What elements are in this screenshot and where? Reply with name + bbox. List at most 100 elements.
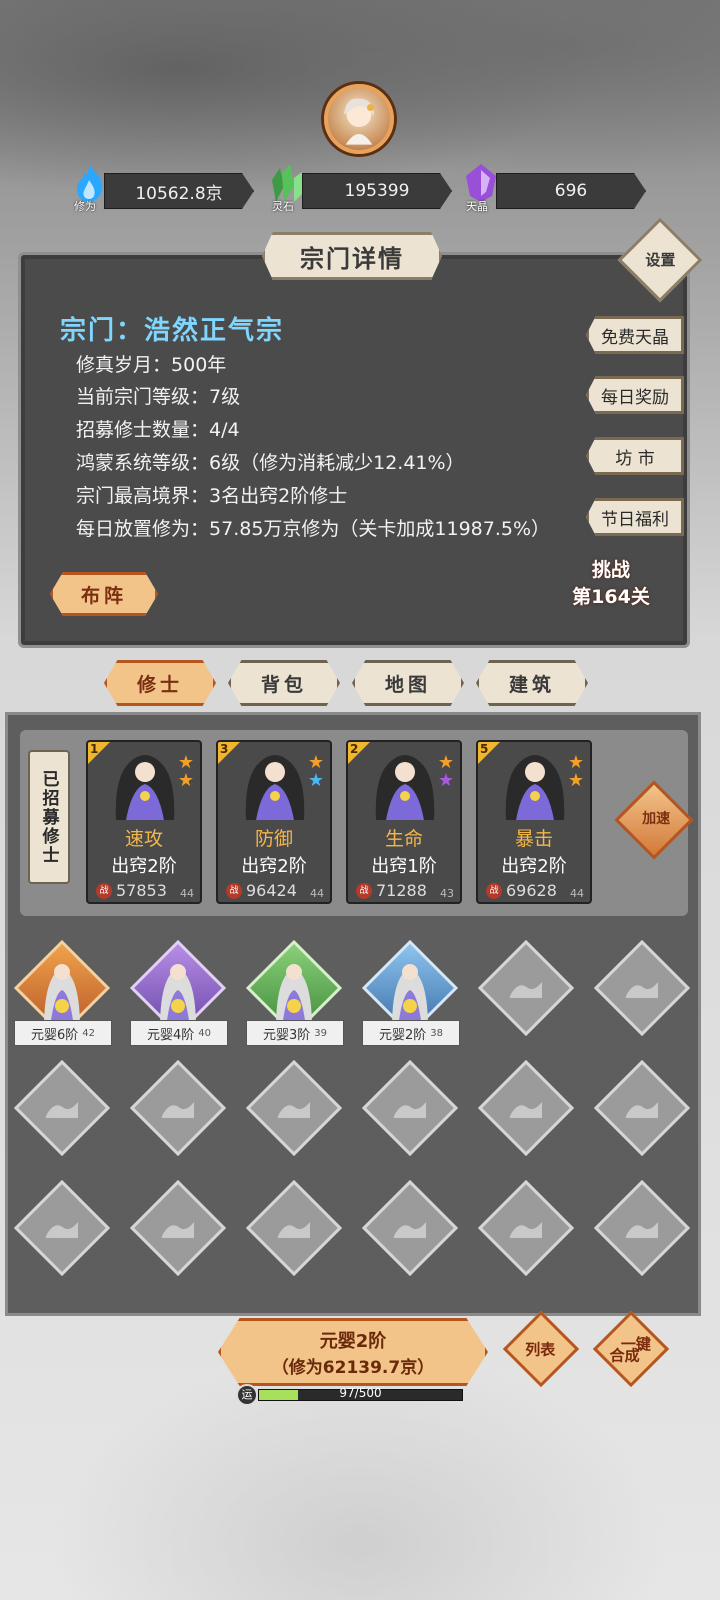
rank-number: 5 — [480, 742, 489, 756]
luck-icon: 运 — [236, 1384, 258, 1406]
market-button[interactable]: 坊 市 — [586, 437, 684, 475]
info-row-years: 修真岁月：500年 — [76, 354, 227, 376]
cultivator-realm: 出窍2阶 — [111, 856, 177, 877]
daily-reward-button[interactable]: 每日奖励 — [586, 376, 684, 414]
heaven-crystal-caption: 天晶 — [466, 200, 488, 213]
cultivator-role: 速攻 — [124, 828, 163, 850]
combat-power: 69628 — [506, 881, 557, 900]
grid-cell-empty[interactable] — [593, 939, 691, 1037]
cultivator-level: 44 — [180, 887, 194, 900]
cultivator-realm: 出窍1阶 — [371, 856, 437, 877]
grid-cell-empty[interactable] — [361, 1059, 459, 1157]
grid-cell-empty[interactable] — [245, 1179, 343, 1277]
empty-slot-icon — [394, 1102, 426, 1118]
empty-slot-icon — [46, 1102, 78, 1118]
combat-power: 96424 — [246, 881, 297, 900]
empty-slot-icon — [626, 1102, 658, 1118]
combat-power: 57853 — [116, 881, 167, 900]
tab-buildings[interactable]: 建筑 — [476, 660, 588, 706]
cell-realm: 元婴4阶 — [146, 1027, 195, 1043]
speedup-label: 加速 — [642, 810, 671, 827]
cultivator-realm: 出窍2阶 — [241, 856, 307, 877]
grid-cell-empty[interactable] — [477, 939, 575, 1037]
merge-cost: （修为62139.7京） — [271, 1357, 435, 1378]
star-icon: ★ — [437, 770, 454, 791]
tab-cultivators[interactable]: 修士 — [104, 660, 216, 706]
info-row-recruit-count: 招募修士数量：4/4 — [76, 419, 240, 441]
spirit-stone-value: 195399 — [302, 173, 452, 209]
recruited-card[interactable]: 5 ★ ★ 暴击 出窍2阶 战 69628 44 — [476, 740, 592, 904]
challenge-label: 挑战 — [591, 559, 630, 581]
luck-progress-text: 97/500 — [339, 1386, 382, 1400]
cell-level: 39 — [314, 1027, 327, 1039]
player-avatar[interactable] — [324, 84, 394, 154]
sect-name: 宗门：浩然正气宗 — [60, 316, 285, 346]
formation-button[interactable]: 布阵 — [50, 572, 158, 616]
combat-power-icon: 战 — [356, 883, 372, 899]
recruited-label: 已招募修士 — [28, 750, 70, 884]
merge-button[interactable]: 元婴2阶 （修为62139.7京） — [218, 1318, 488, 1386]
heaven-crystal-value: 696 — [496, 173, 646, 209]
panel-title: 宗门详情 — [262, 232, 442, 280]
grid-cell-empty[interactable] — [13, 1059, 111, 1157]
grid-cell-empty[interactable] — [129, 1059, 227, 1157]
empty-slot-icon — [626, 982, 658, 998]
cultivator-level: 43 — [440, 887, 454, 900]
cell-realm-label: 元婴4阶 40 — [130, 1020, 228, 1046]
star-icon: ★ — [307, 770, 324, 791]
challenge-stage: 第164关 — [572, 586, 650, 608]
empty-slot-icon — [394, 1222, 426, 1238]
grid-cell-empty[interactable] — [477, 1059, 575, 1157]
empty-slot-icon — [162, 1222, 194, 1238]
empty-slot-icon — [510, 1102, 542, 1118]
combat-power-icon: 战 — [226, 883, 242, 899]
recruited-card[interactable]: 2 ★ ★ 生命 出窍1阶 战 71288 43 — [346, 740, 462, 904]
cultivator-role: 防御 — [254, 828, 293, 850]
merge-realm: 元婴2阶 — [319, 1330, 387, 1352]
rank-number: 3 — [220, 742, 229, 756]
cultivator-level: 44 — [310, 887, 324, 900]
combat-power-icon: 战 — [96, 883, 112, 899]
festival-welfare-button[interactable]: 节日福利 — [586, 498, 684, 536]
cell-level: 42 — [82, 1027, 95, 1039]
cultivator-figure — [268, 950, 320, 1028]
cultivator-role: 生命 — [384, 828, 423, 850]
cell-level: 40 — [198, 1027, 211, 1039]
cultivator-figure — [36, 950, 88, 1028]
recruited-card[interactable]: 3 ★ ★ 防御 出窍2阶 战 96424 44 — [216, 740, 332, 904]
tab-map[interactable]: 地图 — [352, 660, 464, 706]
grid-cell-empty[interactable] — [361, 1179, 459, 1277]
rank-number: 1 — [90, 742, 99, 756]
grid-cell-empty[interactable] — [245, 1059, 343, 1157]
grid-cell-empty[interactable] — [593, 1179, 691, 1277]
info-row-daily-idle: 每日放置修为：57.85万京修为（关卡加成11987.5%） — [76, 518, 551, 540]
rank-number: 2 — [350, 742, 359, 756]
grid-cell-empty[interactable] — [129, 1179, 227, 1277]
cultivator-realm: 出窍2阶 — [501, 856, 567, 877]
empty-slot-icon — [510, 982, 542, 998]
empty-slot-icon — [278, 1102, 310, 1118]
auto-merge-label-2: 合成 — [609, 1346, 640, 1365]
list-label: 列表 — [525, 1340, 556, 1359]
info-row-system-level: 鸿蒙系统等级：6级（修为消耗减少12.41%） — [76, 452, 465, 474]
cell-realm: 元婴6阶 — [30, 1027, 79, 1043]
grid-cell-empty[interactable] — [593, 1059, 691, 1157]
cell-level: 38 — [430, 1027, 443, 1039]
combat-power: 71288 — [376, 881, 427, 900]
empty-slot-icon — [46, 1222, 78, 1238]
challenge-stage-button[interactable]: 挑战 第164关 — [556, 532, 666, 632]
free-crystal-button[interactable]: 免费天晶 — [586, 316, 684, 354]
cell-realm: 元婴3阶 — [262, 1027, 311, 1043]
cultivator-level: 44 — [570, 887, 584, 900]
cell-realm-label: 元婴3阶 39 — [246, 1020, 344, 1046]
recruited-card[interactable]: 1 ★ ★ 速攻 出窍2阶 战 57853 44 — [86, 740, 202, 904]
grid-cell-empty[interactable] — [477, 1179, 575, 1277]
cultivation-value: 10562.8京 — [104, 173, 254, 209]
grid-cell-empty[interactable] — [13, 1179, 111, 1277]
tab-backpack[interactable]: 背包 — [228, 660, 340, 706]
info-row-sect-level: 当前宗门等级：7级 — [76, 386, 241, 408]
empty-slot-icon — [278, 1222, 310, 1238]
settings-label: 设置 — [645, 251, 676, 270]
cell-realm: 元婴2阶 — [378, 1027, 427, 1043]
star-icon: ★ — [177, 770, 194, 791]
